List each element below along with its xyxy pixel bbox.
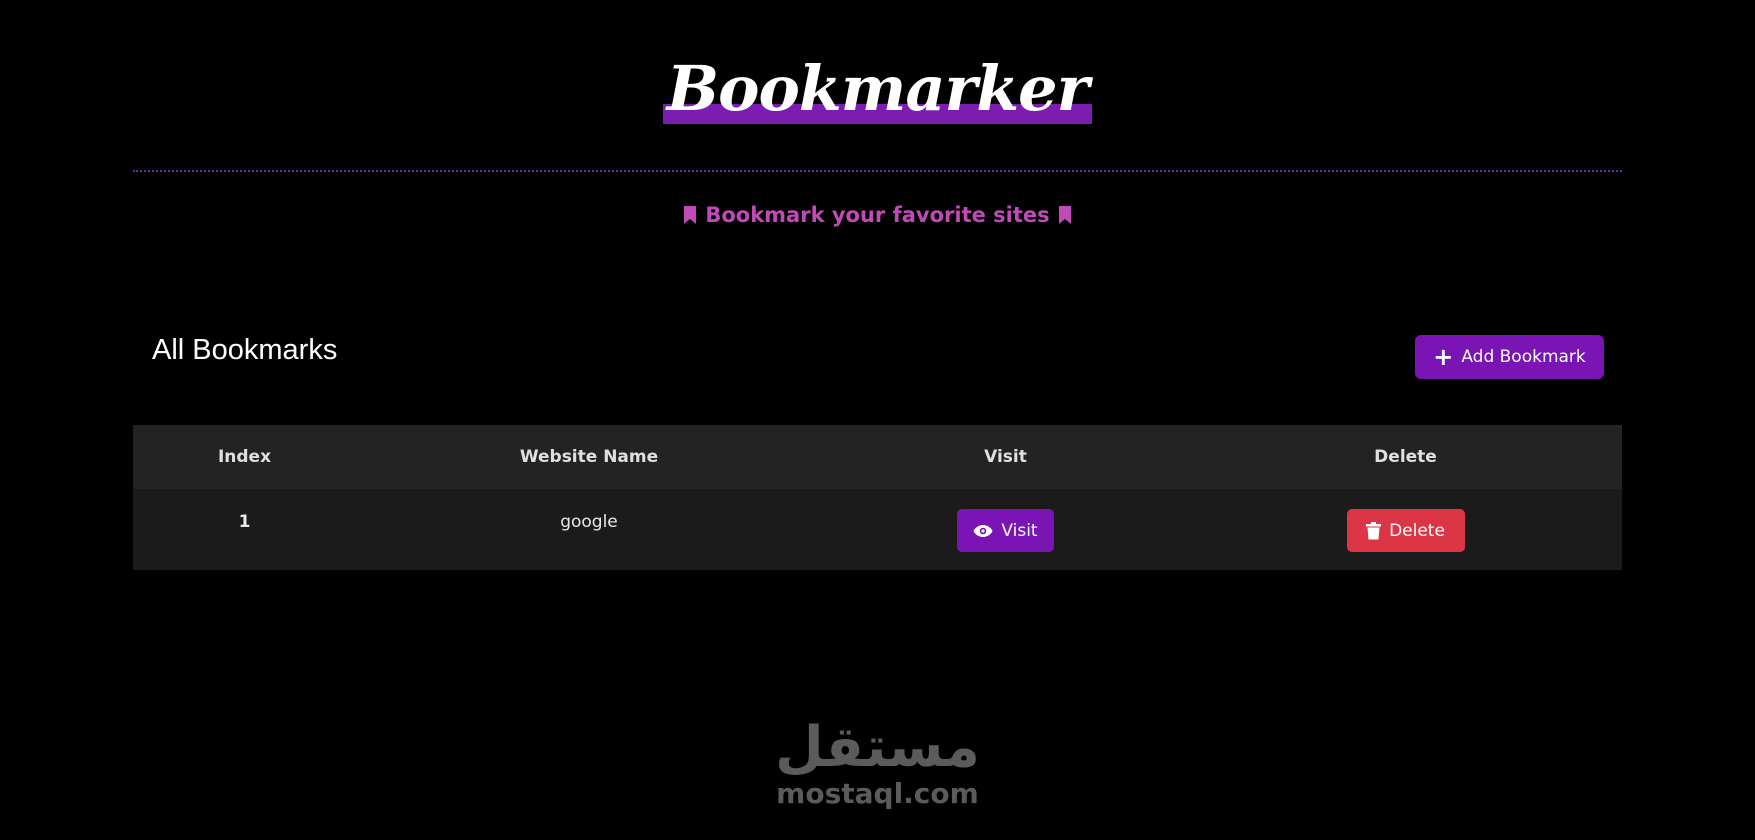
header-divider (133, 170, 1622, 172)
add-bookmark-button[interactable]: + Add Bookmark (1415, 335, 1604, 379)
plus-icon: + (1433, 343, 1454, 371)
page: Bookmarker Bookmark your favorite sites … (0, 0, 1755, 840)
app-title-text: Bookmarker (666, 52, 1090, 125)
column-header-delete: Delete (1374, 447, 1437, 467)
watermark-arabic: مستقل (775, 715, 980, 780)
tagline-text: Bookmark your favorite sites (705, 203, 1050, 227)
row-visit-cell: Visit (822, 507, 1189, 552)
watermark: مستقل mostaql.com (0, 720, 1755, 808)
delete-button[interactable]: Delete (1346, 509, 1465, 552)
visit-button-label: Visit (1001, 520, 1038, 541)
row-index: 1 (238, 511, 251, 532)
column-header-visit: Visit (984, 447, 1027, 467)
row-delete-cell: Delete (1189, 507, 1622, 552)
table-row: 1 google Visit Delete (133, 489, 1622, 570)
visit-button[interactable]: Visit (957, 509, 1054, 552)
add-bookmark-label: Add Bookmark (1461, 347, 1586, 367)
app-title: Bookmarker (662, 58, 1093, 124)
trash-icon (1366, 521, 1382, 540)
column-header-website-name: Website Name (519, 447, 659, 467)
bookmark-icon (683, 205, 697, 225)
watermark-latin: mostaql.com (776, 777, 979, 810)
column-header-index: Index (217, 447, 272, 467)
row-website-name: google (560, 511, 618, 532)
bookmark-icon (1058, 205, 1072, 225)
table-header-row: Index Website Name Visit Delete (133, 425, 1622, 489)
section-title: All Bookmarks (152, 334, 338, 366)
delete-button-label: Delete (1389, 520, 1445, 541)
tagline: Bookmark your favorite sites (0, 203, 1755, 227)
eye-icon (973, 524, 993, 538)
header: Bookmarker (0, 58, 1755, 124)
bookmarks-table: Index Website Name Visit Delete 1 google… (133, 425, 1622, 570)
